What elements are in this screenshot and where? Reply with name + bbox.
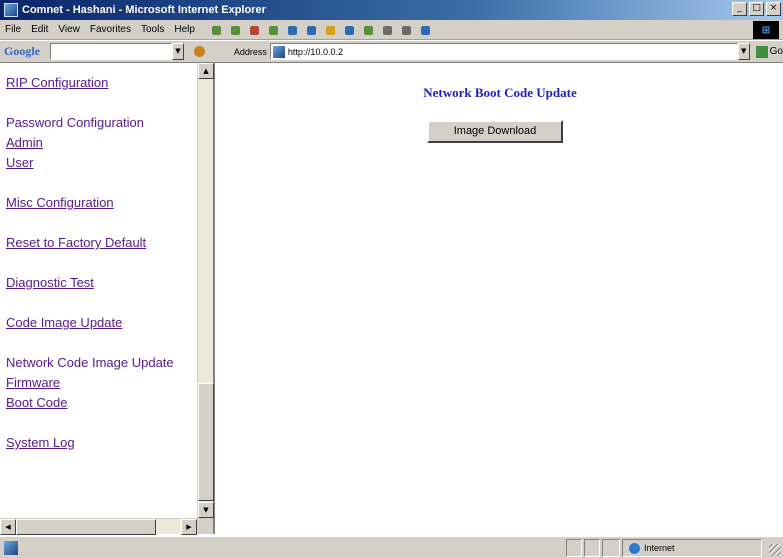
maximize-button[interactable]: □ [749,2,764,16]
nav-firmware[interactable]: Firmware [6,373,194,393]
address-input[interactable]: http://10.0.0.2 [269,43,738,60]
windows-logo-icon: ⊞ [753,21,779,39]
google-search-icon[interactable] [192,45,208,59]
horizontal-scroll-thumb[interactable] [16,519,156,535]
page-status-icon [4,541,18,555]
go-button[interactable]: Go [755,45,783,58]
toolbar [208,23,433,37]
address-toolbar: Google ▼ Address http://10.0.0.2 ▼ Go [0,41,783,63]
navigation-frame: RIP Configuration Password Configuration… [0,63,215,535]
address-url[interactable]: http://10.0.0.2 [288,47,343,57]
go-arrow-icon [755,45,768,58]
home-icon[interactable] [284,23,300,37]
page-icon [272,45,285,58]
address-label: Address [233,46,267,57]
nav-menu: RIP Configuration Password Configuration… [6,73,194,453]
status-bar: Internet [0,536,783,558]
nav-system-log[interactable]: System Log [6,433,194,453]
media-icon[interactable] [341,23,357,37]
menu-view[interactable]: View [53,24,85,35]
vertical-scrollbar[interactable]: ▲ ▼ [197,63,214,518]
window-title: Comnet - Hashani - Microsoft Internet Ex… [22,4,266,16]
zone-label: Internet [644,543,675,553]
address-dropdown-button[interactable]: ▼ [737,43,750,60]
resize-grip-icon[interactable] [769,544,781,556]
nav-user[interactable]: User [6,153,194,173]
globe-icon [629,542,640,554]
minimize-button[interactable]: _ [732,2,747,16]
page-title: Network Boot Code Update [423,85,577,100]
ie-icon [4,3,18,17]
scroll-left-button[interactable]: ◀ [0,519,16,535]
menu-favorites[interactable]: Favorites [85,24,136,35]
search-icon[interactable] [303,23,319,37]
refresh-icon[interactable] [265,23,281,37]
favorites-icon[interactable] [322,23,338,37]
menu-help[interactable]: Help [169,24,200,35]
nav-boot-code[interactable]: Boot Code [6,393,194,413]
menu-bar: File Edit View Favorites Tools Help ⊞ [0,20,783,40]
horizontal-scrollbar[interactable]: ◀ ▶ [0,518,197,535]
content-frame: Network Boot Code Update Image Download [217,63,783,534]
status-segment [566,539,582,557]
menu-tools[interactable]: Tools [136,24,169,35]
nav-admin[interactable]: Admin [6,133,194,153]
status-segment [584,539,600,557]
nav-rip-configuration[interactable]: RIP Configuration [6,73,194,93]
stop-icon[interactable] [246,23,262,37]
menu-file[interactable]: File [0,24,26,35]
print-icon[interactable] [398,23,414,37]
google-toolbar-label[interactable]: Google [4,44,50,59]
forward-icon[interactable] [227,23,243,37]
google-dropdown-button[interactable]: ▼ [171,43,184,60]
scroll-thumb[interactable] [198,383,214,501]
nav-network-heading: Network Code Image Update [6,355,174,370]
nav-code-image-update[interactable]: Code Image Update [6,313,194,333]
nav-password-heading: Password Configuration [6,115,145,130]
scrollbar-corner [197,518,213,534]
mail-icon[interactable] [379,23,395,37]
nav-reset-factory-default[interactable]: Reset to Factory Default [6,233,194,253]
close-button[interactable]: × [766,2,781,16]
scroll-up-button[interactable]: ▲ [198,63,214,79]
scroll-down-button[interactable]: ▼ [198,502,214,518]
window-title-bar: Comnet - Hashani - Microsoft Internet Ex… [0,0,783,20]
status-segment [602,539,620,557]
security-zone: Internet [622,539,762,557]
edit-icon[interactable] [417,23,433,37]
history-icon[interactable] [360,23,376,37]
nav-diagnostic-test[interactable]: Diagnostic Test [6,273,194,293]
google-search-input[interactable] [49,43,172,60]
nav-misc-configuration[interactable]: Misc Configuration [6,193,194,213]
menu-edit[interactable]: Edit [26,24,53,35]
back-icon[interactable] [208,23,224,37]
go-label: Go [769,46,783,57]
window-controls: _ □ × [732,2,781,16]
scroll-right-button[interactable]: ▶ [181,519,197,535]
image-download-button[interactable]: Image Download [427,120,563,143]
